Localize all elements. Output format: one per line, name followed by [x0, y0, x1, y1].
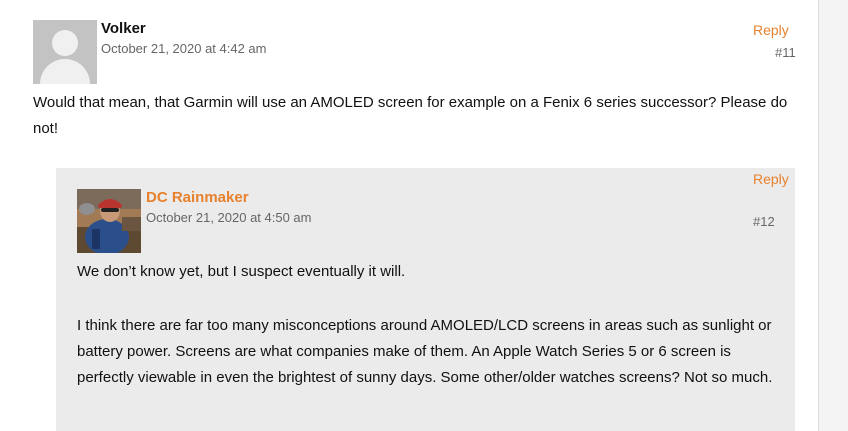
cyclist-photo-avatar	[77, 189, 141, 253]
comment-text: Would that mean, that Garmin will use an…	[33, 94, 788, 137]
comment-paragraph: I think there are far too many misconcep…	[77, 317, 773, 386]
comment-author-link[interactable]: DC Rainmaker	[146, 189, 249, 206]
nested-reply: DC Rainmaker October 21, 2020 at 4:50 am…	[56, 168, 795, 431]
page-margin	[819, 0, 848, 431]
comment-number[interactable]: #12	[753, 214, 775, 229]
comment-author[interactable]: Volker	[101, 20, 146, 37]
comment-thread: Volker October 21, 2020 at 4:42 am Reply…	[0, 0, 819, 431]
comment-date[interactable]: October 21, 2020 at 4:50 am	[146, 210, 312, 225]
reply-button[interactable]: Reply	[753, 22, 789, 38]
comment-number[interactable]: #11	[775, 45, 796, 60]
default-user-avatar-icon	[33, 20, 97, 84]
comment-paragraph: We don’t know yet, but I suspect eventua…	[77, 263, 406, 280]
reply-button[interactable]: Reply	[753, 171, 789, 187]
comment-date[interactable]: October 21, 2020 at 4:42 am	[101, 41, 267, 56]
